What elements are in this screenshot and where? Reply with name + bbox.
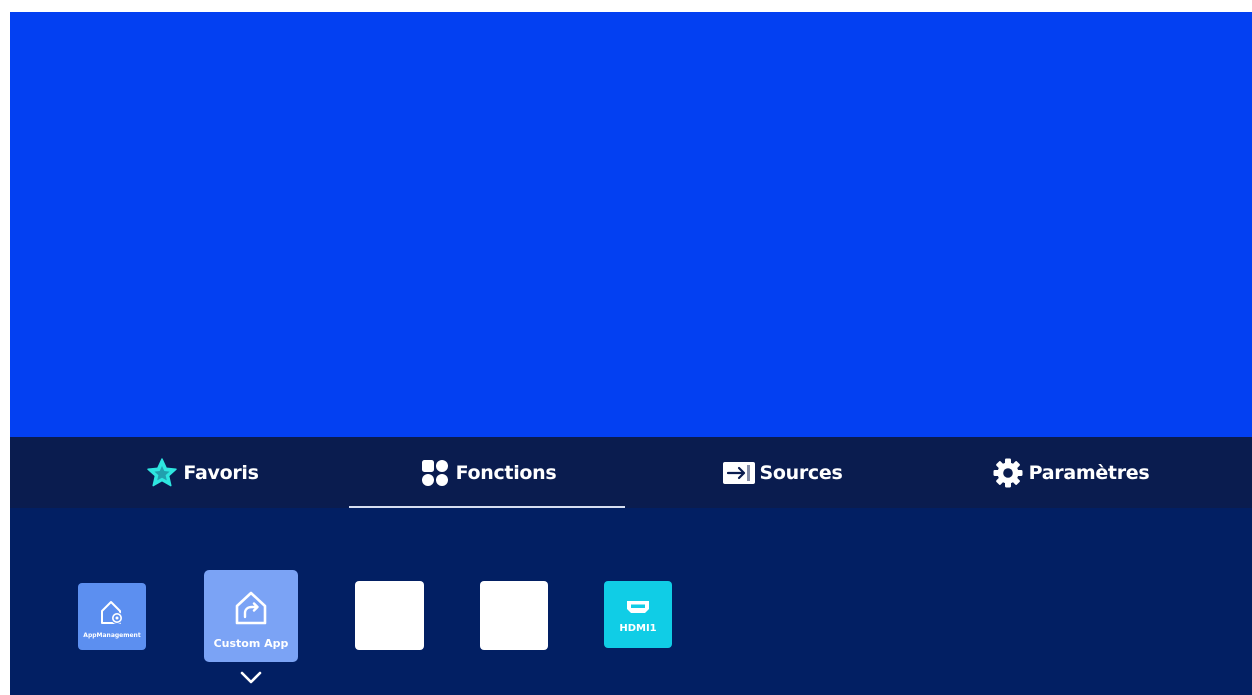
tab-favoris-label: Favoris (183, 461, 259, 484)
home-gear-icon (97, 598, 127, 630)
app-management-tile[interactable]: AppManagement (78, 583, 146, 650)
app-tray: AppManagement Custom App HDMI1 (10, 508, 1252, 695)
hdmi1-label: HDMI1 (619, 623, 657, 634)
hdmi1-tile[interactable]: HDMI1 (604, 581, 672, 648)
tab-fonctions[interactable]: Fonctions (349, 437, 625, 508)
hdmi-icon (625, 599, 651, 619)
tab-bar: Favoris Fonctions Sources Paramètres (10, 437, 1252, 508)
chevron-down-icon (240, 670, 262, 689)
tab-parametres[interactable]: Paramètres (950, 437, 1190, 508)
tv-screen: Favoris Fonctions Sources Paramètres App… (10, 12, 1252, 695)
star-icon (145, 456, 179, 490)
blank-app-tile-1[interactable] (355, 581, 424, 650)
blank-app-tile-2[interactable] (480, 581, 548, 650)
custom-app-label: Custom App (213, 636, 289, 650)
custom-app-tile[interactable]: Custom App (204, 570, 298, 662)
tab-sources[interactable]: Sources (662, 437, 902, 508)
grid-icon (418, 456, 452, 490)
tab-fonctions-label: Fonctions (455, 461, 557, 484)
home-share-icon (231, 589, 271, 631)
app-management-label: AppManagement (83, 632, 141, 639)
tab-parametres-label: Paramètres (1028, 461, 1150, 484)
input-source-icon (722, 456, 756, 490)
gear-icon (991, 456, 1025, 490)
tab-sources-label: Sources (759, 461, 843, 484)
tab-favoris[interactable]: Favoris (82, 437, 322, 508)
